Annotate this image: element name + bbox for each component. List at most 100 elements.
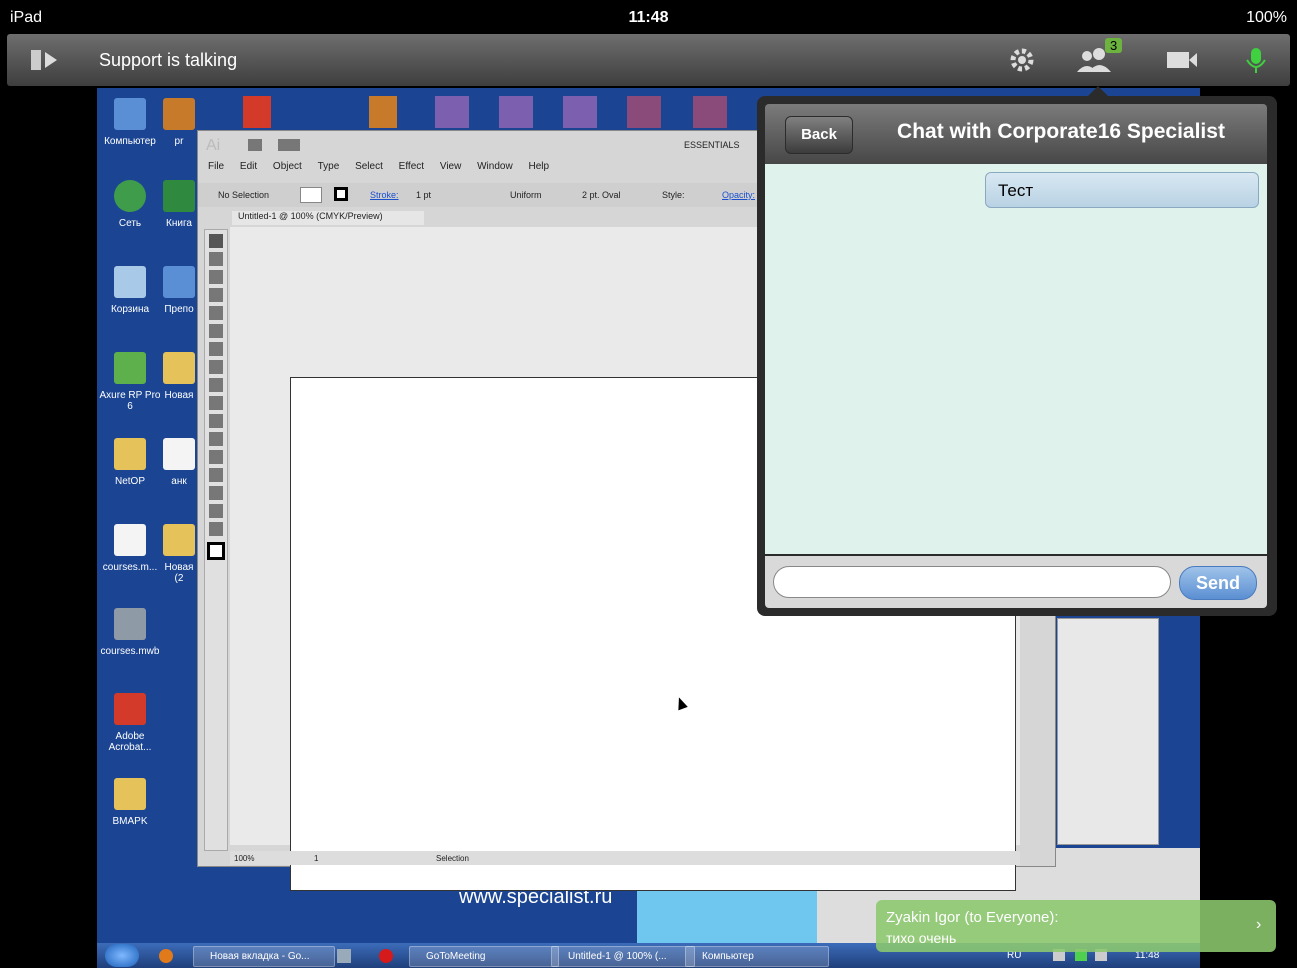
meeting-toolbar: Support is talking 3 [7,34,1290,86]
taskbar-item-browser[interactable]: Новая вкладка - Go... [193,946,335,967]
send-button[interactable]: Send [1179,566,1257,600]
opacity-link[interactable]: Opacity: [722,190,755,200]
zoom-tool-icon[interactable] [209,522,223,536]
taskbar-item-illustrator[interactable]: Untitled-1 @ 100% (... [551,946,695,967]
zoom-level[interactable]: 100% [234,854,254,863]
attendee-count-badge: 3 [1105,38,1123,53]
chat-messages: Тест [765,164,1267,554]
desktop-icon-computer[interactable]: Компьютер [99,98,161,147]
bridge-icon[interactable] [248,139,262,151]
menu-effect[interactable]: Effect [399,161,424,172]
exit-icon[interactable] [27,44,61,76]
brush-tool-icon[interactable] [209,360,223,374]
artboard-number[interactable]: 1 [314,854,318,863]
hand-tool-icon[interactable] [209,504,223,518]
menu-help[interactable]: Help [528,161,549,172]
gear-icon[interactable] [1005,44,1039,76]
desktop-icon-courses-mwb[interactable]: courses.mwb [99,608,161,657]
arrange-documents-icon[interactable] [278,139,300,151]
rectangle-tool-icon[interactable] [209,342,223,356]
stroke-swatch[interactable] [334,187,348,201]
graph-tool-icon[interactable] [209,468,223,482]
eyedropper-tool-icon[interactable] [209,450,223,464]
desktop-icon-folder[interactable] [369,96,397,128]
camera-icon[interactable] [1165,44,1199,76]
eraser-tool-icon[interactable] [209,396,223,410]
direct-selection-tool-icon[interactable] [209,252,223,266]
menu-object[interactable]: Object [273,161,302,172]
magic-wand-tool-icon[interactable] [209,270,223,284]
chat-title: Chat with Corporate16 Specialist [897,120,1225,143]
desktop-icon-axure[interactable]: Axure RP Pro 6 [99,352,161,412]
start-button[interactable] [105,944,139,967]
brush-definition[interactable]: 2 pt. Oval [582,190,621,200]
menu-type[interactable]: Type [318,161,340,172]
fill-stroke-swatch[interactable] [207,542,225,560]
workspace-switcher[interactable]: ESSENTIALS [684,140,740,150]
desktop-icon-ank[interactable]: анк [159,438,199,487]
line-tool-icon[interactable] [209,324,223,338]
desktop-icon-bmapk[interactable]: BMAPK [99,778,161,827]
desktop-icon-pr[interactable]: pr [159,98,199,147]
selection-tool-icon[interactable] [209,234,223,248]
background-window [1057,618,1159,845]
notification-sender: Zyakin Igor (to Everyone): [886,909,1059,926]
back-button[interactable]: Back [785,116,853,154]
variable-width-profile[interactable]: Uniform [510,190,542,200]
menu-file[interactable]: File [208,161,224,172]
document-tab-label: Untitled-1 @ 100% (CMYK/Preview) [238,211,383,221]
desktop-icon-recycle-bin[interactable]: Корзина [99,266,161,315]
rotate-tool-icon[interactable] [209,414,223,428]
taskbar-app-icon[interactable] [337,949,351,963]
firefox-icon[interactable] [159,949,173,963]
tools-panel [204,229,228,851]
desktop-icon-netop[interactable]: NetOP [99,438,161,487]
chevron-right-icon: › [1256,916,1262,933]
microphone-icon[interactable] [1239,44,1273,76]
desktop-icon-prepo[interactable]: Препо [159,266,199,315]
desktop-icon-archive-2[interactable] [693,96,727,128]
menu-edit[interactable]: Edit [240,161,257,172]
artboard-tool-icon[interactable] [209,486,223,500]
stroke-link[interactable]: Stroke: [370,190,399,200]
desktop-icon-pdf[interactable] [243,96,271,128]
attendees-icon[interactable]: 3 [1071,38,1131,76]
desktop-icon-app-2[interactable] [499,96,533,128]
clock: 11:48 [628,9,669,26]
current-tool-status: Selection [436,854,469,863]
menu-window[interactable]: Window [477,161,513,172]
chat-header: Back Chat with Corporate16 Specialist [765,104,1267,164]
menu-select[interactable]: Select [355,161,383,172]
taskbar-item-computer[interactable]: Компьютер [685,946,829,967]
speaker-status: Support is talking [99,50,238,70]
ipad-status-bar: iPad 11:48 100% [0,0,1297,34]
desktop-icon-network[interactable]: Сеть [99,180,161,229]
desktop-icon-acrobat[interactable]: Adobe Acrobat... [99,693,161,753]
battery-level: 100% [1246,9,1287,26]
pen-tool-icon[interactable] [209,288,223,302]
taskbar-item-gotomeeting[interactable]: GoToMeeting [409,946,559,967]
desktop-icon-archive-1[interactable] [627,96,661,128]
opera-icon[interactable] [379,949,393,963]
type-tool-icon[interactable] [209,306,223,320]
notification-text: тихо очень [886,930,957,946]
desktop-icon-book[interactable]: Книга [159,180,199,229]
document-status-bar: 100% 1 Selection [230,851,1020,865]
menu-view[interactable]: View [440,161,462,172]
desktop-icon-new-folder-2[interactable]: Новая (2 [159,524,199,584]
chat-notification[interactable]: Zyakin Igor (to Everyone): тихо очень › [876,900,1276,952]
gradient-tool-icon[interactable] [209,432,223,446]
document-tab[interactable]: Untitled-1 @ 100% (CMYK/Preview) [232,211,424,225]
chat-popover: Back Chat with Corporate16 Specialist Те… [757,96,1277,616]
desktop-icon-new-folder[interactable]: Новая [159,352,199,401]
stroke-weight[interactable]: 1 pt [416,190,431,200]
chat-message: Тест [985,172,1259,208]
fill-swatch[interactable] [300,187,322,203]
desktop-icon-courses-m[interactable]: courses.m... [99,524,161,573]
desktop-icon-app-3[interactable] [563,96,597,128]
chat-input[interactable] [773,566,1171,598]
chat-input-bar: Send [765,556,1267,608]
pencil-tool-icon[interactable] [209,378,223,392]
desktop-icon-app-1[interactable] [435,96,469,128]
style-label: Style: [662,190,685,200]
